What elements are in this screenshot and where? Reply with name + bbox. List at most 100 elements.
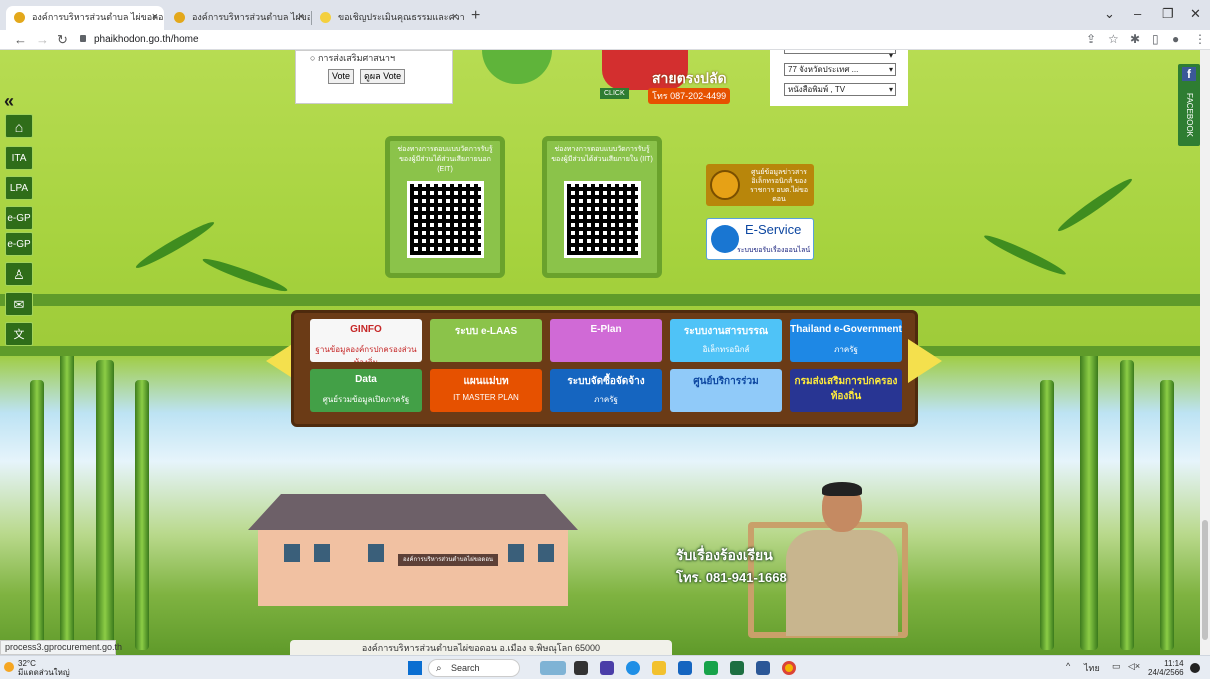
bamboo-decoration (96, 360, 114, 650)
site-favicon-icon (174, 12, 185, 23)
address-bar: ← → ↻ phaikhodon.go.th/home ⇪ ☆ ✱ ▯ ● ⋮ (0, 30, 1210, 50)
task-view-icon[interactable] (574, 661, 588, 675)
rail-egp-button-2[interactable]: e-GP (5, 232, 33, 256)
taskbar-search[interactable]: ⌕ Search (428, 659, 520, 677)
language-indicator[interactable]: ไทย (1084, 661, 1100, 675)
notification-icon[interactable] (1190, 663, 1200, 673)
eservice-subtitle: ระบบขอรับเรื่องออนไลน์ (737, 247, 811, 254)
collapse-double-chevron-icon[interactable]: « (4, 91, 14, 112)
carousel-link-3[interactable]: E-Plan (550, 319, 662, 362)
chrome-icon[interactable] (782, 661, 796, 675)
home-icon[interactable]: ⌂ (5, 114, 33, 138)
windows-start-icon[interactable] (408, 661, 422, 675)
teams-chat-icon[interactable] (600, 661, 614, 675)
search-placeholder: Search (451, 663, 480, 673)
portrait-hair (822, 482, 862, 496)
close-tab-icon[interactable]: × (298, 6, 304, 28)
eservice-banner[interactable]: E-Service ระบบขอรับเรื่องออนไลน์ (706, 218, 814, 260)
tab-3[interactable]: ขอเชิญประเมินคุณธรรมและความโปร่งใ × (312, 6, 464, 30)
building-roof (248, 494, 578, 530)
window (368, 544, 384, 562)
carousel-link-9[interactable]: ศูนย์บริการร่วม (670, 369, 782, 412)
widgets-icon[interactable] (540, 661, 566, 675)
page-scrollbar[interactable] (1200, 50, 1210, 655)
province-select[interactable]: 77 จังหวัดประเทศ ... (784, 63, 896, 76)
back-icon[interactable]: ← (14, 32, 27, 47)
site-favicon-icon (320, 12, 331, 23)
minimize-button[interactable]: – (1134, 6, 1141, 21)
weather-widget[interactable]: 32°C มีแดดส่วนใหญ่ (18, 659, 70, 677)
carousel-link-4[interactable]: ระบบงานสารบรรณ อิเล็กทรอนิกส์ (670, 319, 782, 362)
carousel-link-1[interactable]: GINFO ฐานข้อมูลองค์กรปกครองส่วนท้องถิ่น (310, 319, 422, 362)
word-icon[interactable] (756, 661, 770, 675)
rail-lpa-button[interactable]: LPA (5, 176, 33, 200)
carousel-link-title: Data (355, 374, 377, 385)
line-app-icon[interactable] (704, 661, 718, 675)
info-center-banner[interactable]: ศูนย์ข้อมูลข่าวสารอิเล็กทรอนิกส์ ของราชก… (706, 164, 814, 206)
media-select[interactable]: หนังสือพิมพ์ , TV (784, 83, 896, 96)
tab-1[interactable]: องค์การบริหารส่วนตำบล ไผ่ขอดอน อ.เ × (6, 6, 164, 30)
view-results-button[interactable]: ดูผล Vote (360, 69, 406, 84)
qr-iit-frame[interactable]: ช่องทางการตอบแบบวัดการรับรู้ของผู้มีส่วน… (542, 136, 662, 278)
tab-bar: องค์การบริหารส่วนตำบล ไผ่ขอดอน อ.เ × องค… (0, 0, 1210, 30)
carousel-link-7[interactable]: แผนแม่บท IT MASTER PLAN (430, 369, 542, 412)
close-window-button[interactable]: ✕ (1190, 6, 1201, 22)
facebook-icon[interactable]: f (1182, 67, 1196, 81)
mail-icon[interactable]: ✉ (5, 292, 33, 316)
poll-option[interactable]: ○ การส่งเสริมศาสนาฯ (310, 51, 395, 65)
carousel-link-title: ระบบ e-LAAS (454, 326, 518, 337)
select-top-partial[interactable] (784, 50, 896, 61)
network-icon[interactable]: ▭ (1112, 661, 1121, 672)
translate-icon[interactable]: 文 (5, 322, 33, 346)
hotline-banner[interactable]: สายตรงปลัด CLICK โทร 087-202-4499 (600, 50, 740, 106)
edge-browser-icon[interactable] (626, 661, 640, 675)
volume-icon[interactable]: ◁× (1128, 661, 1140, 672)
file-explorer-icon[interactable] (652, 661, 666, 675)
qr-eit-frame[interactable]: ช่องทางการตอบแบบวัดการรับรู้ของผู้มีส่วน… (385, 136, 505, 278)
hotline-phone: โทร 087-202-4499 (648, 88, 731, 104)
url-field[interactable]: phaikhodon.go.th/home (80, 32, 199, 48)
tab-2[interactable]: องค์การบริหารส่วนตำบล ไผ่ขอดอน อ. × (166, 6, 310, 30)
rail-egp-button[interactable]: e-GP (5, 206, 33, 230)
reload-icon[interactable]: ↻ (57, 32, 68, 48)
carousel-link-title: ระบบงานสารบรรณ (683, 326, 769, 337)
profile-icon[interactable]: ● (1172, 32, 1179, 46)
rail-ita-button[interactable]: ITA (5, 146, 33, 170)
tab-2-label: องค์การบริหารส่วนตำบล ไผ่ขอดอน อ. (192, 12, 310, 22)
official-portrait (780, 480, 904, 636)
menu-kebab-icon[interactable]: ⋮ (1194, 32, 1206, 46)
close-tab-icon[interactable]: × (452, 6, 458, 28)
extensions-icon[interactable]: ✱ (1130, 32, 1140, 46)
carousel-next-arrow[interactable] (908, 339, 942, 383)
vote-button[interactable]: Vote (328, 69, 355, 84)
carousel-link-8[interactable]: ระบบจัดซื้อจัดจ้าง ภาครัฐ (550, 369, 662, 412)
tab-search-icon[interactable]: ⌄ (1104, 6, 1115, 22)
carousel-link-subtitle: IT MASTER PLAN (453, 393, 519, 402)
temperature: 32°C (18, 659, 36, 668)
system-clock[interactable]: 11:14 24/4/2566 (1148, 659, 1184, 677)
window (508, 544, 524, 562)
sidepanel-icon[interactable]: ▯ (1152, 32, 1159, 46)
carousel-link-2[interactable]: ระบบ e-LAAS (430, 319, 542, 362)
carousel-link-10[interactable]: กรมส่งเสริมการปกครองท้องถิ่น (790, 369, 902, 412)
bookmark-star-icon[interactable]: ☆ (1108, 32, 1119, 46)
tray-chevron-icon[interactable]: ^ (1066, 661, 1070, 671)
carousel-link-5[interactable]: Thailand e-Government ภาครัฐ (790, 319, 902, 362)
building-body (258, 530, 568, 606)
forward-icon[interactable]: → (36, 32, 49, 47)
store-icon[interactable] (678, 661, 692, 675)
new-tab-button[interactable]: + (471, 6, 480, 26)
hotline-title: สายตรงปลัด (652, 70, 727, 86)
restore-button[interactable]: ❐ (1162, 6, 1174, 22)
close-tab-icon[interactable]: × (152, 6, 158, 28)
window (284, 544, 300, 562)
carousel-link-6[interactable]: Data ศูนย์รวมข้อมูลเปิดภาครัฐ (310, 369, 422, 412)
scrollbar-thumb[interactable] (1202, 520, 1208, 640)
leaf-decoration (201, 254, 289, 296)
excel-icon[interactable] (730, 661, 744, 675)
poll-box: ○ การส่งเสริมศาสนาฯ Vote ดูผล Vote (295, 50, 453, 104)
share-icon[interactable]: ⇪ (1086, 32, 1096, 46)
user-icon[interactable]: ♙ (5, 262, 33, 286)
qr-iit-caption: ช่องทางการตอบแบบวัดการรับรู้ของผู้มีส่วน… (551, 146, 653, 163)
bamboo-decoration (1040, 380, 1054, 650)
